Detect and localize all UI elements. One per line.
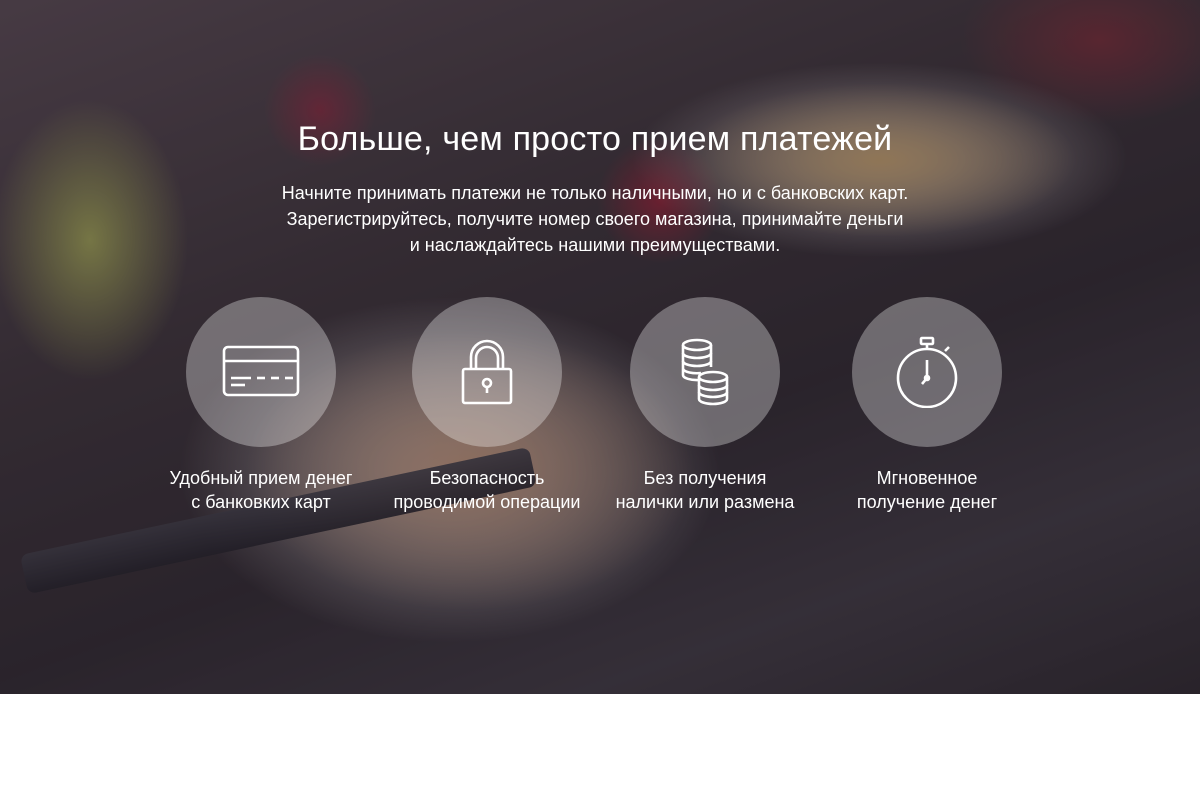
hero-content: Больше, чем просто прием платежей Начнит… [0,0,1200,694]
feature-circle [186,297,336,447]
feature-label-line: проводимой операции [393,492,581,512]
feature-label-line: Мгновенное [876,468,978,488]
padlock-icon [461,339,513,405]
credit-card-icon [222,345,300,397]
feature-label-line: налички или размена [615,492,795,512]
feature-label: Без получения налички или размена [590,466,820,514]
feature-label-line: Безопасность [429,468,545,488]
coins-icon [681,338,729,406]
feature-card-instant: Мгновенное получение денег [812,297,1042,514]
hero-subtitle-line: Начните принимать платежи не только нали… [281,183,909,203]
hero-subtitle: Начните принимать платежи не только нали… [0,180,1190,258]
hero-title: Больше, чем просто прием платежей [297,120,893,158]
hero-subtitle-line: и наслаждайтесь нашими преимуществами. [409,235,781,255]
feature-card-security: Безопасность проводимой операции [372,297,602,514]
feature-card-cashless: Без получения налички или размена [590,297,820,514]
feature-label-line: с банковких карт [191,492,331,512]
feature-circle [852,297,1002,447]
stopwatch-icon [896,336,958,408]
feature-label-line: Без получения [643,468,767,488]
feature-label: Безопасность проводимой операции [372,466,602,514]
feature-label: Удобный прием денег с банковких карт [146,466,376,514]
feature-circle [412,297,562,447]
feature-card-payment: Удобный прием денег с банковких карт [146,297,376,514]
feature-circle [630,297,780,447]
feature-label-line: получение денег [856,492,998,512]
feature-label-line: Удобный прием денег [169,468,353,488]
feature-label: Мгновенное получение денег [812,466,1042,514]
hero-subtitle-line: Зарегистрируйтесь, получите номер своего… [286,209,904,229]
